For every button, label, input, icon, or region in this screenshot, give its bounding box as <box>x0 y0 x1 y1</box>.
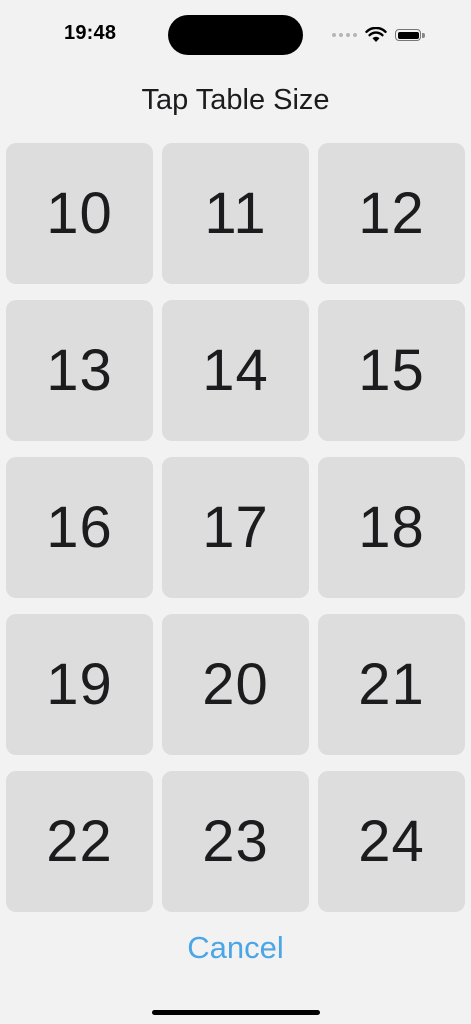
status-icons <box>332 24 425 46</box>
home-indicator[interactable] <box>152 1010 320 1015</box>
cellular-signal-icon <box>332 33 357 37</box>
size-button-17[interactable]: 17 <box>162 457 309 598</box>
dynamic-island <box>168 15 303 55</box>
size-button-20[interactable]: 20 <box>162 614 309 755</box>
cancel-button[interactable]: Cancel <box>0 930 471 966</box>
status-time: 19:48 <box>64 22 117 44</box>
size-button-13[interactable]: 13 <box>6 300 153 441</box>
wifi-icon <box>365 27 387 42</box>
table-size-grid: 10 11 12 13 14 15 16 17 18 19 20 21 22 2… <box>6 143 465 912</box>
size-button-21[interactable]: 21 <box>318 614 465 755</box>
size-button-22[interactable]: 22 <box>6 771 153 912</box>
size-button-14[interactable]: 14 <box>162 300 309 441</box>
size-button-23[interactable]: 23 <box>162 771 309 912</box>
size-button-24[interactable]: 24 <box>318 771 465 912</box>
page-title: Tap Table Size <box>141 84 330 116</box>
size-button-19[interactable]: 19 <box>6 614 153 755</box>
size-button-11[interactable]: 11 <box>162 143 309 284</box>
size-button-12[interactable]: 12 <box>318 143 465 284</box>
size-button-15[interactable]: 15 <box>318 300 465 441</box>
size-button-10[interactable]: 10 <box>6 143 153 284</box>
size-button-18[interactable]: 18 <box>318 457 465 598</box>
battery-icon <box>395 29 425 41</box>
size-button-16[interactable]: 16 <box>6 457 153 598</box>
status-bar: 19:48 <box>0 0 471 70</box>
